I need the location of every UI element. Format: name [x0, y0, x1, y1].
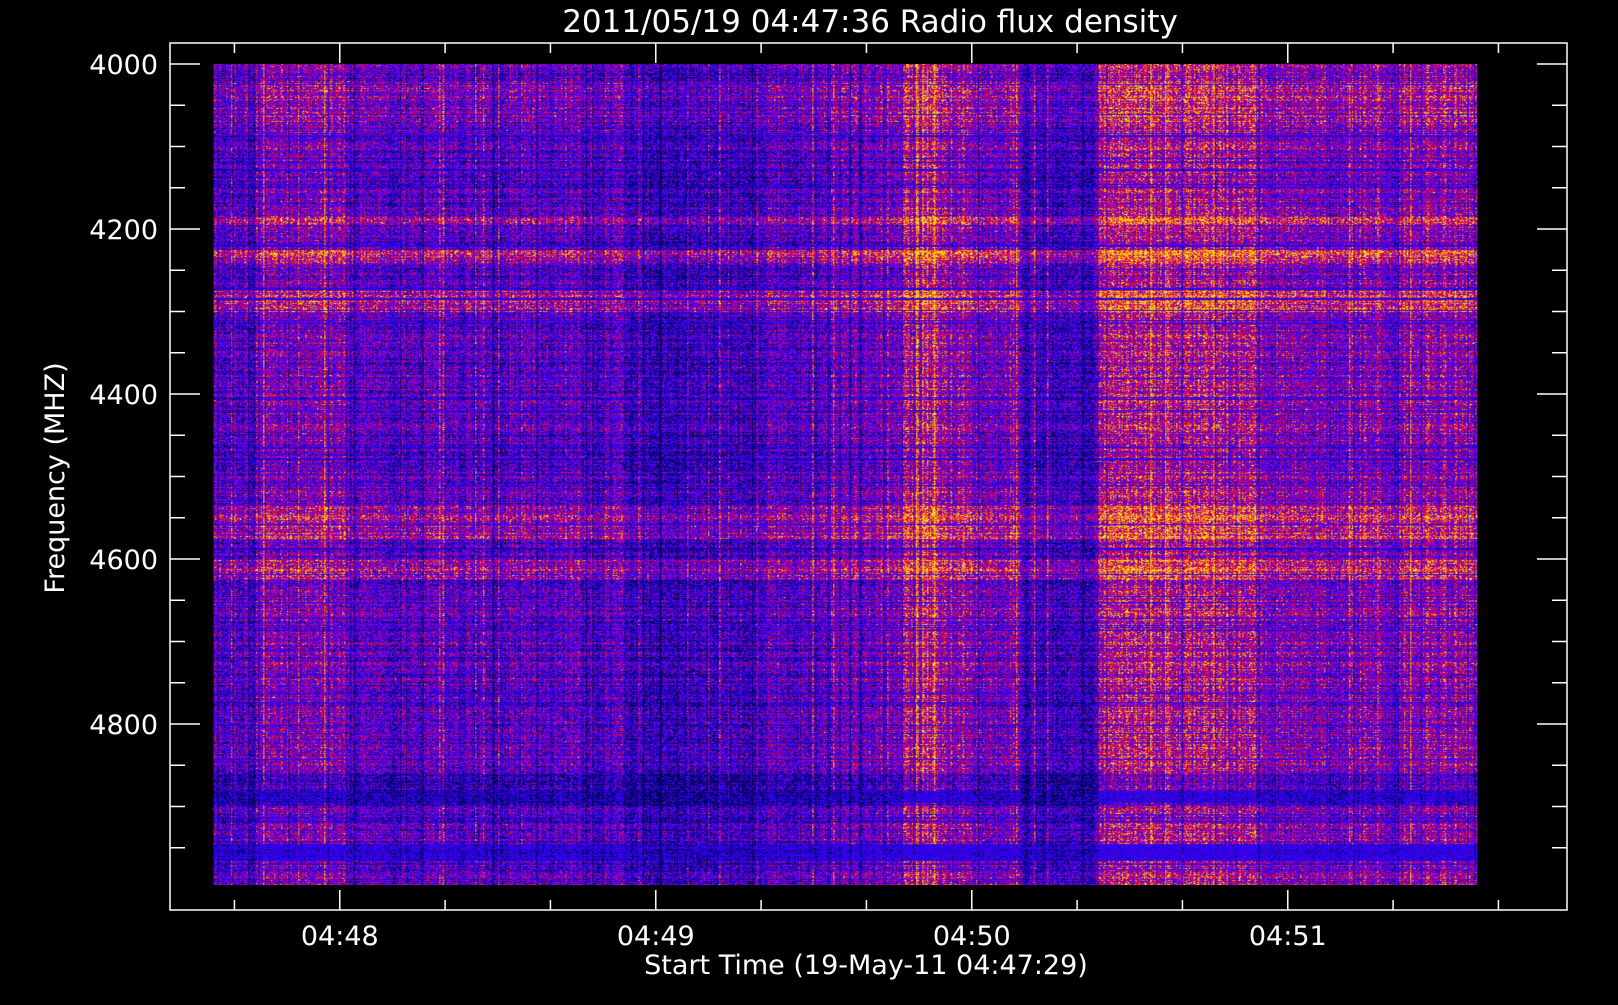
x-tick-label: 04:51 — [1249, 921, 1327, 952]
spectrogram-chart: 2011/05/19 04:47:36 Radio flux density 0… — [0, 0, 1618, 1000]
heatmap-image — [213, 64, 1478, 885]
chart-title: 2011/05/19 04:47:36 Radio flux density — [562, 4, 1178, 40]
y-tick-label: 4600 — [89, 545, 158, 576]
y-tick-label: 4200 — [89, 215, 158, 246]
heatmap — [213, 64, 1478, 885]
y-axis-label: Frequency (MHZ) — [40, 362, 71, 593]
x-tick-label: 04:50 — [933, 921, 1011, 952]
x-tick-label: 04:48 — [301, 921, 379, 952]
x-tick-label: 04:49 — [617, 921, 695, 952]
spectrogram-figure: 2011/05/19 04:47:36 Radio flux density 0… — [0, 0, 1618, 1000]
y-tick-label: 4400 — [89, 380, 158, 411]
x-axis-label: Start Time (19-May-11 04:47:29) — [644, 950, 1088, 981]
y-tick-label: 4800 — [89, 710, 158, 741]
y-tick-label: 4000 — [89, 50, 158, 81]
